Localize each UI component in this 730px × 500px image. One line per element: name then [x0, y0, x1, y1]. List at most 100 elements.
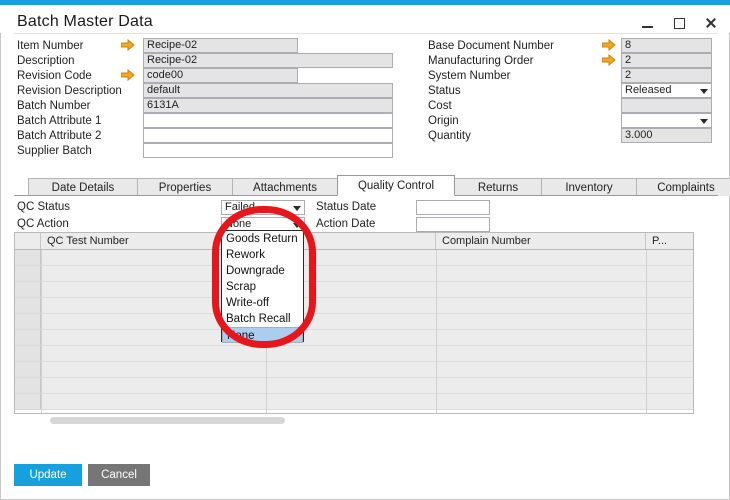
tab-inventory[interactable]: Inventory	[541, 178, 637, 196]
dropdown-option-batch-recall[interactable]: Batch Recall	[222, 311, 303, 327]
table-row[interactable]	[15, 346, 694, 362]
grid-column-separator-3	[646, 250, 647, 414]
title-bar: Batch Master Data	[0, 5, 730, 33]
table-row[interactable]	[15, 378, 694, 394]
dropdown-option-rework[interactable]: Rework	[222, 247, 303, 263]
pointer-arrow-icon	[121, 69, 135, 81]
table-row[interactable]	[15, 282, 694, 298]
form-label-left-1: Description	[17, 54, 75, 69]
form-select-right-3[interactable]: Released	[621, 83, 712, 98]
tab-attachments[interactable]: Attachments	[232, 178, 338, 196]
dropdown-option-scrap[interactable]: Scrap	[222, 279, 303, 295]
row-selector-cell[interactable]	[15, 250, 41, 265]
form-input-left-7[interactable]	[143, 143, 393, 158]
action-date-input[interactable]	[416, 217, 490, 232]
dropdown-option-label-4: Write-off	[226, 297, 269, 309]
form-input-right-2[interactable]: 2	[621, 68, 712, 83]
row-selector-cell[interactable]	[15, 298, 41, 313]
form-label-right-3: Status	[428, 84, 461, 99]
table-row[interactable]	[15, 266, 694, 282]
tab-label-1: Properties	[159, 182, 211, 194]
chevron-down-icon	[293, 206, 301, 211]
close-icon	[705, 17, 717, 29]
close-button[interactable]	[702, 14, 720, 32]
qc-test-grid[interactable]: QC Test NumbertionComplain NumberP...	[14, 232, 694, 414]
grid-header-cell-0[interactable]	[15, 233, 41, 249]
minimize-button[interactable]	[638, 14, 656, 32]
grid-header-label-4: P...	[652, 235, 667, 247]
grid-header-cell-4[interactable]: P...	[646, 233, 694, 249]
table-row[interactable]	[15, 250, 694, 266]
form-input-right-6[interactable]: 3.000	[621, 128, 712, 143]
table-row[interactable]	[15, 314, 694, 330]
minimize-icon	[642, 26, 653, 28]
qc-status-value: Failed	[225, 201, 255, 213]
row-selector-cell[interactable]	[15, 378, 41, 393]
tab-complaints[interactable]: Complaints	[636, 178, 730, 196]
table-row[interactable]	[15, 362, 694, 378]
table-row[interactable]	[15, 330, 694, 346]
form-input-left-4[interactable]: 6131A	[143, 98, 393, 113]
form-input-left-6[interactable]	[143, 128, 393, 143]
row-selector-cell[interactable]	[15, 314, 41, 329]
dropdown-option-downgrade[interactable]: Downgrade	[222, 263, 303, 279]
form-label-left-2: Revision Code	[17, 69, 92, 84]
dropdown-option-write-off[interactable]: Write-off	[222, 295, 303, 311]
tab-strip: Date Details Properties Attachments Quality…	[14, 175, 718, 196]
row-selector-cell[interactable]	[15, 362, 41, 377]
form-label-left-6: Batch Attribute 2	[17, 129, 101, 144]
row-selector-cell[interactable]	[15, 266, 41, 281]
dropdown-option-none[interactable]: None	[222, 327, 303, 343]
row-selector-cell[interactable]	[15, 346, 41, 361]
tab-returns[interactable]: Returns	[454, 178, 542, 196]
qc-action-dropdown-list[interactable]: Goods ReturnRework Downgrade Scrap Write-of…	[221, 230, 304, 342]
row-selector-cell[interactable]	[15, 330, 41, 345]
row-selector-cell[interactable]	[15, 282, 41, 297]
pointer-arrow-icon	[121, 39, 135, 51]
form-input-right-4[interactable]	[621, 98, 712, 113]
form-label-left-0: Item Number	[17, 39, 83, 54]
form-input-left-1[interactable]: Recipe-02	[143, 53, 393, 68]
update-button[interactable]: Update	[14, 464, 82, 486]
form-label-right-5: Origin	[428, 114, 459, 129]
form-input-right-0[interactable]: 8	[621, 38, 712, 53]
row-selector-cell[interactable]	[15, 394, 41, 409]
form-select-right-5[interactable]	[621, 113, 712, 128]
form-label-left-3: Revision Description	[17, 84, 122, 99]
batch-master-data-window: Batch Master Data Item Number Recipe-02 De…	[0, 0, 730, 500]
table-row[interactable]	[15, 298, 694, 314]
form-input-left-3[interactable]: default	[143, 83, 393, 98]
maximize-button[interactable]	[670, 14, 688, 32]
tab-properties[interactable]: Properties	[137, 178, 233, 196]
status-date-input[interactable]	[416, 200, 490, 215]
grid-column-separator-2	[436, 250, 437, 414]
status-date-label: Status Date	[316, 200, 376, 215]
dropdown-option-goods-return[interactable]: Goods Return	[222, 231, 303, 247]
tab-date-details[interactable]: Date Details	[28, 178, 138, 196]
form-label-right-6: Quantity	[428, 129, 471, 144]
table-row[interactable]	[15, 394, 694, 410]
window-controls	[638, 13, 720, 33]
action-date-label: Action Date	[316, 217, 375, 232]
footer-buttons: Update Cancel	[14, 464, 150, 486]
form-input-left-2[interactable]: code00	[143, 68, 298, 83]
title-divider	[14, 33, 718, 34]
dropdown-option-label-2: Downgrade	[226, 265, 285, 277]
batch-form: Item Number Recipe-02 Description Recipe-02…	[0, 38, 730, 166]
form-input-left-5[interactable]	[143, 113, 393, 128]
qc-status-label: QC Status	[17, 200, 70, 215]
grid-header-cell-3[interactable]: Complain Number	[436, 233, 646, 249]
form-value-left-0: Recipe-02	[147, 39, 197, 51]
cancel-button[interactable]: Cancel	[88, 464, 150, 486]
tab-label-5: Inventory	[565, 182, 612, 194]
form-value-left-3: default	[147, 84, 180, 96]
chevron-down-icon	[700, 119, 708, 124]
pointer-arrow-icon	[602, 54, 616, 66]
horizontal-scrollbar[interactable]	[50, 417, 285, 424]
tab-quality-control[interactable]: Quality Control	[337, 175, 455, 196]
tab-label-3: Quality Control	[358, 180, 434, 192]
form-input-right-1[interactable]: 2	[621, 53, 712, 68]
qc-status-select[interactable]: Failed	[221, 200, 305, 215]
tab-label-4: Returns	[478, 182, 518, 194]
form-input-left-0[interactable]: Recipe-02	[143, 38, 298, 53]
